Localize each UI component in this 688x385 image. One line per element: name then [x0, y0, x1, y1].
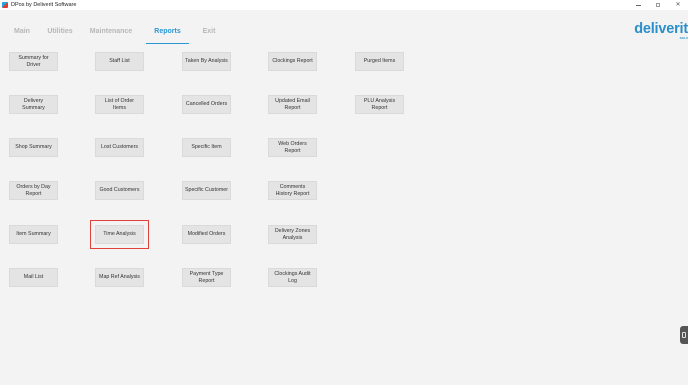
list-of-order-items-button[interactable]: List of Order Items [95, 95, 144, 114]
item-summary-button[interactable]: Item Summary [9, 225, 58, 244]
purged-items-button[interactable]: Purged Items [355, 52, 404, 71]
minimize-icon [635, 4, 641, 6]
specific-item-button[interactable]: Specific Item [182, 138, 231, 157]
app-window: DPos by Deliverit Software ✕ Main Utilit… [0, 0, 688, 385]
orders-by-day-report-button[interactable]: Orders by Day Report [9, 181, 58, 200]
main-tabs: Main Utilities Maintenance Reports Exit [0, 18, 229, 44]
tab-exit[interactable]: Exit [189, 18, 229, 44]
updated-email-report-button[interactable]: Updated Email Report [268, 95, 317, 114]
close-button[interactable]: ✕ [668, 0, 688, 10]
comments-history-report-button[interactable]: Comments History Report [268, 181, 317, 200]
good-customers-button[interactable]: Good Customers [95, 181, 144, 200]
modified-orders-button[interactable]: Modified Orders [182, 225, 231, 244]
window-title: DPos by Deliverit Software [11, 2, 77, 8]
maximize-button[interactable] [648, 0, 668, 10]
taken-by-analysis-button[interactable]: Taken By Analysis [182, 52, 231, 71]
tab-reports[interactable]: Reports [146, 18, 189, 44]
minimize-button[interactable] [628, 0, 648, 10]
delivery-summary-button[interactable]: Delivery Summary [9, 95, 58, 114]
plu-analysis-report-button[interactable]: PLU Analysis Report [355, 95, 404, 114]
panel-icon [682, 332, 686, 338]
mail-list-button[interactable]: Mail List [9, 268, 58, 287]
title-bar: DPos by Deliverit Software ✕ [0, 0, 688, 10]
lost-customers-button[interactable]: Lost Customers [95, 138, 144, 157]
maximize-icon [656, 3, 660, 7]
close-icon: ✕ [675, 2, 681, 8]
summary-for-driver-button[interactable]: Summary for Driver [9, 52, 58, 71]
specific-customer-button[interactable]: Specific Customer [182, 181, 231, 200]
cancelled-orders-button[interactable]: Cancelled Orders [182, 95, 231, 114]
delivery-zones-analysis-button[interactable]: Delivery Zones Analysis [268, 225, 317, 244]
time-analysis-button[interactable]: Time Analysis [90, 220, 149, 249]
clockings-report-button[interactable]: Clockings Report [268, 52, 317, 71]
tab-utilities[interactable]: Utilities [44, 18, 76, 44]
tab-maintenance[interactable]: Maintenance [76, 18, 146, 44]
payment-type-report-button[interactable]: Payment Type Report [182, 268, 231, 287]
deliverit-logo-subtext: SOLU [679, 36, 688, 40]
web-orders-report-button[interactable]: Web Orders Report [268, 138, 317, 157]
app-logo-icon [2, 2, 8, 8]
side-panel-toggle[interactable] [680, 326, 688, 344]
deliverit-logo: deliverit [634, 21, 688, 37]
clockings-audit-log-button[interactable]: Clockings Audit Log [268, 268, 317, 287]
tab-main[interactable]: Main [0, 18, 44, 44]
staff-list-button[interactable]: Staff List [95, 52, 144, 71]
window-controls: ✕ [628, 0, 688, 10]
shop-summary-button[interactable]: Shop Summary [9, 138, 58, 157]
map-ref-analysis-button[interactable]: Map Ref Analysis [95, 268, 144, 287]
